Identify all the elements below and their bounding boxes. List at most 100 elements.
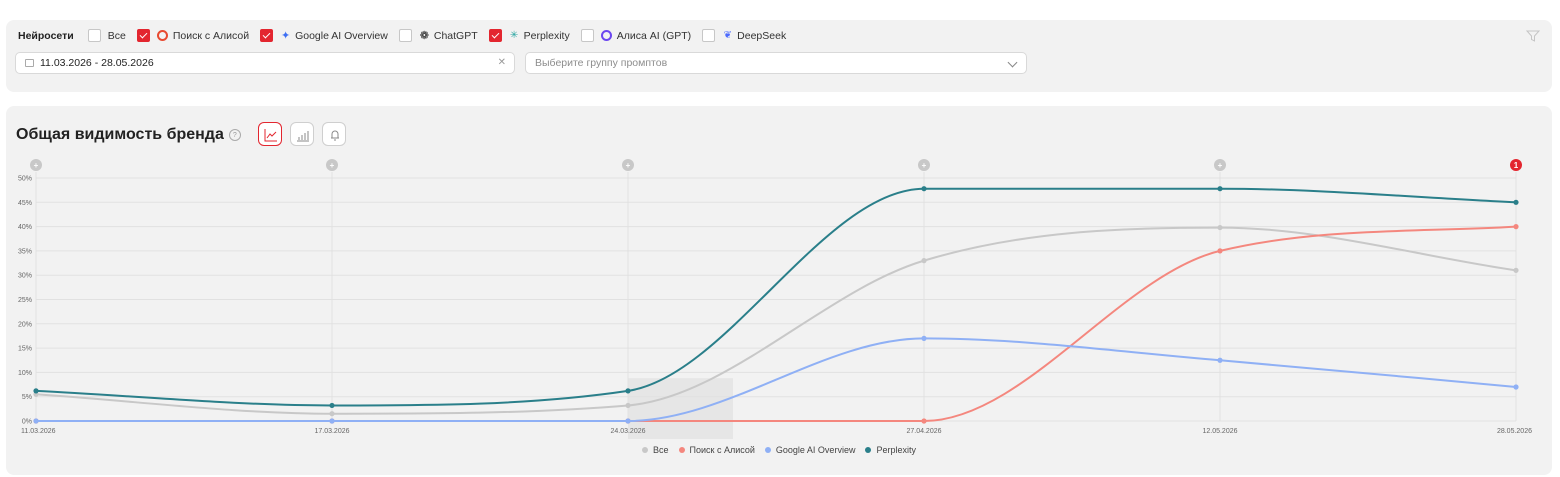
x-tick-label: 28.05.2026	[1497, 428, 1532, 435]
checkbox[interactable]	[87, 29, 101, 42]
x-tick-label: 17.03.2026	[314, 428, 349, 435]
checkbox-checked[interactable]	[488, 29, 502, 42]
y-tick-label: 0%	[22, 419, 32, 426]
data-point[interactable]	[1513, 267, 1519, 273]
y-tick-label: 45%	[18, 200, 32, 207]
data-point[interactable]	[625, 388, 631, 394]
date-range-input[interactable]: 11.03.2026 - 28.05.2026 ✕	[15, 52, 515, 74]
filter-option-label: Perplexity	[523, 29, 570, 42]
svg-text:+: +	[626, 161, 631, 170]
legend-item[interactable]: Все	[642, 445, 669, 455]
ai-filter-row: Нейросети Все Поиск с Алисой ✦ Google AI…	[18, 29, 797, 42]
data-point[interactable]	[1513, 224, 1519, 230]
series-line-perplexity	[35, 187, 1517, 407]
filter-option-label: Поиск с Алисой	[172, 29, 250, 42]
line-chart: 0% 5% 10% 15% 20% 25% 30% 35% 40% 45% 50% 11.03.202…	[18, 159, 1532, 439]
filter-option-perplexity[interactable]: ✳ Perplexity	[488, 29, 570, 42]
prompt-group-select[interactable]: Выберите группу промптов	[525, 52, 1027, 74]
y-tick-label: 35%	[18, 248, 32, 255]
filter-option-all[interactable]: Все	[87, 29, 126, 42]
filter-option-alice-ai[interactable]: Алиса AI (GPT)	[580, 29, 692, 42]
x-tick-label: 12.05.2026	[1202, 428, 1237, 435]
y-tick-label: 5%	[22, 394, 32, 401]
legend-item[interactable]: Поиск с Алисой	[678, 445, 755, 455]
filter-option-label: Все	[107, 29, 126, 42]
data-point[interactable]	[921, 258, 927, 264]
prompt-group-placeholder: Выберите группу промптов	[535, 57, 668, 69]
legend-dot	[678, 447, 685, 453]
y-tick-label: 20%	[18, 321, 32, 328]
chart-legend: Все Поиск с Алисой Google AI Overview Perpl…	[6, 445, 1552, 455]
filter-option-deepseek[interactable]: ❦ DeepSeek	[702, 29, 786, 42]
data-point[interactable]	[1217, 248, 1223, 254]
data-point[interactable]	[1217, 357, 1223, 363]
data-point[interactable]	[921, 335, 927, 341]
series-line-все	[35, 226, 1517, 415]
add-event-button[interactable]: +	[30, 159, 42, 171]
data-point[interactable]	[625, 418, 631, 424]
y-tick-label: 40%	[18, 224, 32, 231]
data-point[interactable]	[329, 411, 335, 417]
legend-label: Все	[653, 445, 669, 455]
y-tick-label: 50%	[18, 176, 32, 183]
data-point[interactable]	[1217, 224, 1223, 231]
alice-ai-ring-icon	[600, 30, 612, 41]
checkbox-checked[interactable]	[136, 29, 150, 42]
data-point[interactable]	[625, 402, 631, 409]
deepseek-whale-icon: ❦	[723, 30, 732, 41]
data-point[interactable]	[1217, 186, 1223, 192]
filter-option-label: Google AI Overview	[295, 29, 388, 42]
x-tick-label: 27.04.2026	[906, 428, 941, 435]
filter-option-label: ChatGPT	[433, 29, 478, 42]
checkbox[interactable]	[580, 29, 594, 42]
data-point[interactable]	[1513, 199, 1519, 205]
checkbox-checked[interactable]	[260, 29, 274, 42]
svg-text:+: +	[330, 161, 335, 170]
add-event-button[interactable]: +	[918, 159, 930, 171]
add-event-button[interactable]: +	[326, 159, 338, 171]
legend-dot	[642, 447, 649, 453]
alice-ring-icon	[156, 30, 168, 41]
brand-visibility-panel: Общая видимость бренда ? 0% 5% 10% 15% 20% 25…	[6, 106, 1552, 475]
filter-option-chatgpt[interactable]: ❁ ChatGPT	[398, 29, 478, 42]
checkbox[interactable]	[702, 29, 716, 42]
legend-dot	[764, 447, 771, 453]
perplexity-icon: ✳	[509, 30, 519, 41]
y-tick-label: 15%	[18, 346, 32, 353]
legend-label: Google AI Overview	[775, 445, 856, 455]
add-event-button[interactable]: +	[1214, 159, 1226, 171]
svg-text:+: +	[922, 161, 927, 170]
openai-icon: ❁	[419, 30, 429, 42]
y-tick-label: 30%	[18, 273, 32, 280]
legend-dot	[865, 447, 872, 453]
add-event-button[interactable]: +	[622, 159, 634, 171]
data-point[interactable]	[921, 418, 927, 424]
y-tick-label: 10%	[18, 370, 32, 377]
data-point[interactable]	[921, 186, 927, 192]
filters-title: Нейросети	[18, 29, 74, 42]
svg-text:+: +	[1218, 161, 1223, 170]
clear-icon[interactable]: ✕	[498, 57, 506, 68]
gemini-star-icon: ✦	[280, 30, 291, 42]
legend-label: Поиск с Алисой	[689, 445, 755, 455]
filter-option-label: Алиса AI (GPT)	[616, 29, 692, 42]
svg-text:1: 1	[1514, 161, 1519, 170]
filter-option-google-ai[interactable]: ✦ Google AI Overview	[260, 29, 388, 42]
filter-option-alice-search[interactable]: Поиск с Алисой	[136, 29, 250, 42]
data-point[interactable]	[33, 418, 39, 424]
event-badge[interactable]: 1	[1510, 159, 1522, 171]
legend-item[interactable]: Google AI Overview	[764, 445, 856, 455]
series-line-google-ai-overview	[36, 337, 1517, 423]
checkbox[interactable]	[398, 29, 412, 42]
legend-item[interactable]: Perplexity	[865, 445, 916, 455]
data-point[interactable]	[33, 388, 39, 394]
filter-option-label: DeepSeek	[737, 29, 787, 42]
chevron-down-icon	[1007, 57, 1018, 68]
calendar-icon	[25, 59, 34, 67]
filters-panel: Нейросети Все Поиск с Алисой ✦ Google AI…	[6, 20, 1552, 92]
x-tick-label: 24.03.2026	[610, 428, 645, 435]
data-point[interactable]	[329, 418, 335, 424]
data-point[interactable]	[1513, 384, 1519, 390]
filter-funnel-icon[interactable]	[1526, 30, 1540, 42]
data-point[interactable]	[329, 402, 335, 409]
